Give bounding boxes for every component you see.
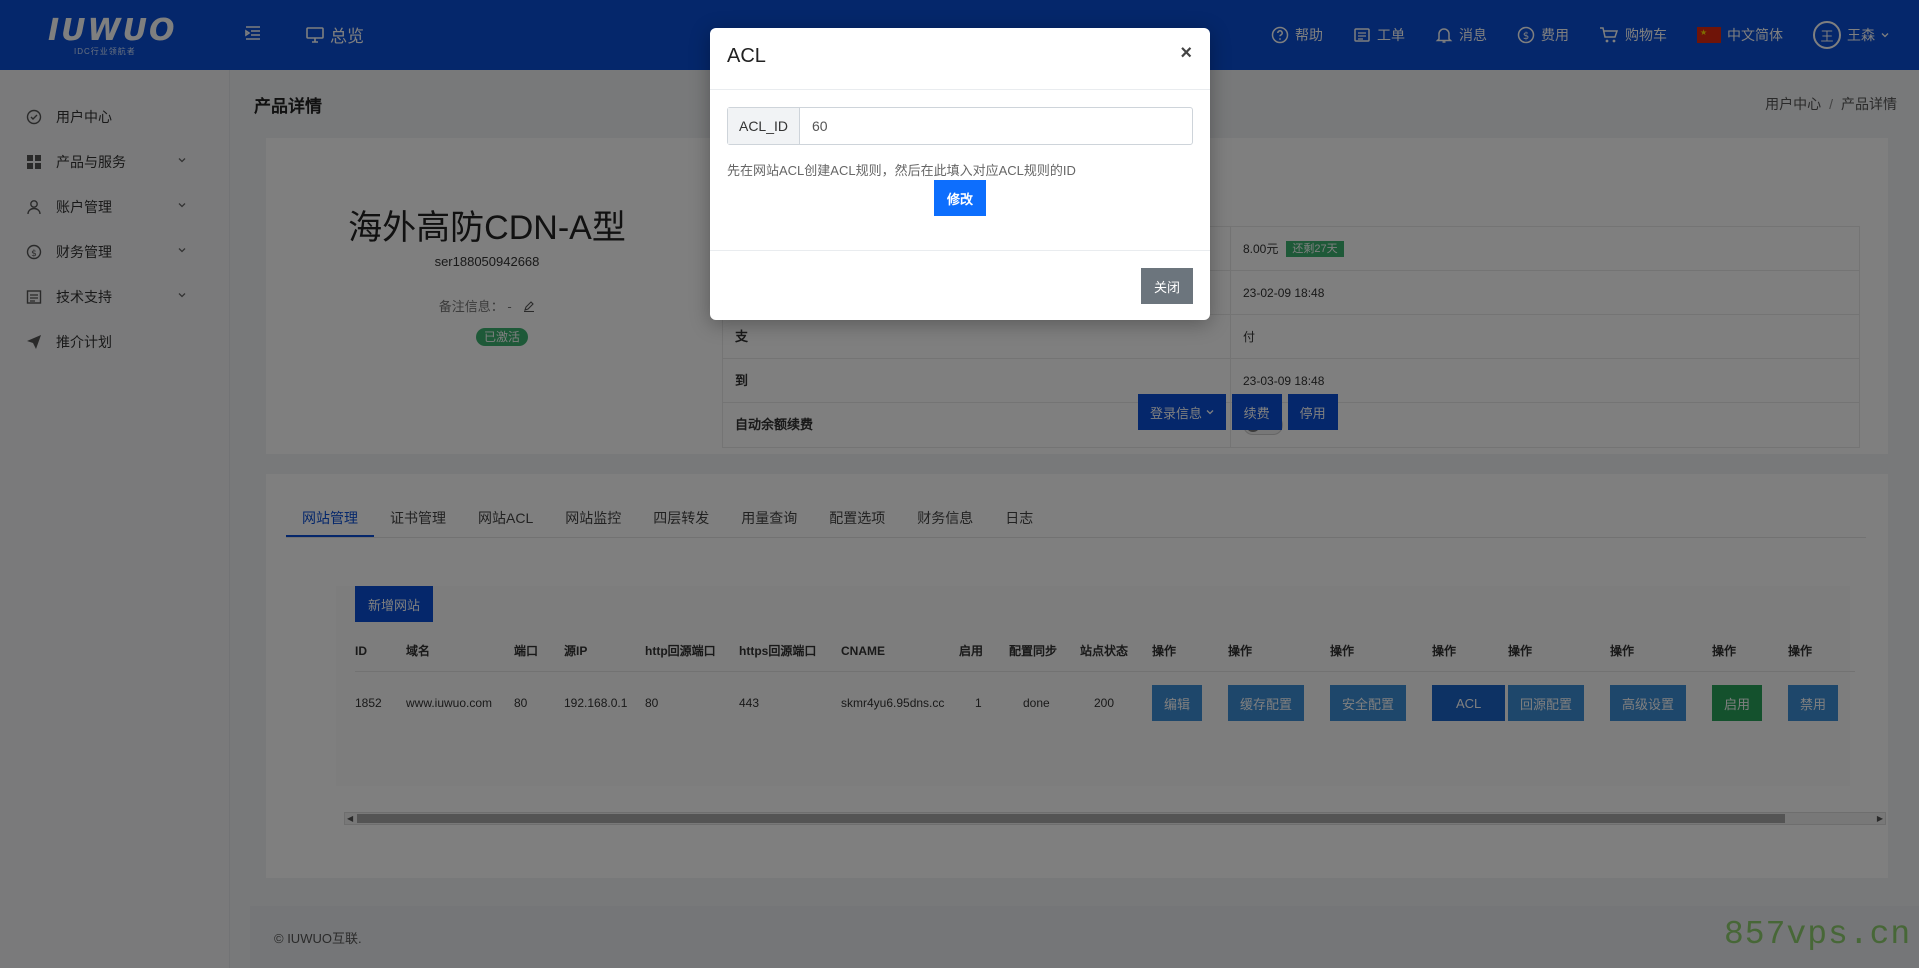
- acl-id-input[interactable]: [800, 108, 1192, 144]
- acl-modal: ACL × ACL_ID 先在网站ACL创建ACL规则，然后在此填入对应ACL规…: [710, 28, 1210, 320]
- close-button[interactable]: 关闭: [1141, 268, 1193, 304]
- acl-id-label: ACL_ID: [728, 108, 800, 144]
- close-icon[interactable]: ×: [1180, 42, 1192, 65]
- modal-title: ACL: [727, 45, 766, 67]
- acl-id-input-group: ACL_ID: [727, 107, 1193, 145]
- modal-header: ACL ×: [710, 28, 1210, 90]
- modal-footer: 关闭: [710, 250, 1210, 320]
- modify-button[interactable]: 修改: [934, 180, 986, 216]
- help-text: 先在网站ACL创建ACL规则，然后在此填入对应ACL规则的ID: [727, 163, 1076, 178]
